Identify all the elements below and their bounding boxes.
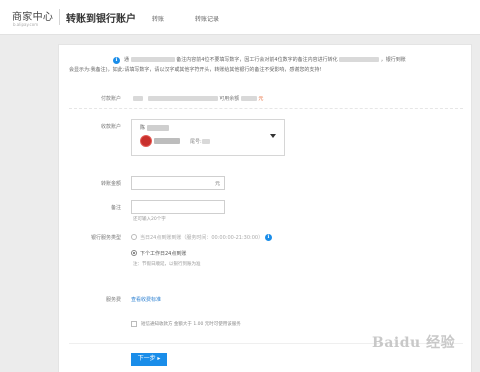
option-next-workday-text: 下个工作日24点到账	[140, 251, 187, 257]
option-note: 注：节假日顺延，以银行到账为准	[133, 262, 201, 267]
redacted-bank-name	[154, 138, 180, 144]
sms-notify-checkbox[interactable]	[131, 321, 137, 327]
notice-line-2: 会显示为:我备注)，如此:请填写数字，请以汉字或其他字符开头，转账给其他银行的备…	[69, 67, 322, 73]
bank-logo-icon	[140, 135, 152, 147]
info-icon: i	[113, 57, 120, 64]
receiver-select[interactable]: 陈 尾号:	[131, 119, 285, 156]
radio-same-day[interactable]	[131, 234, 137, 240]
payer-value: 可用余额 元	[133, 95, 263, 102]
memo-input[interactable]	[131, 200, 225, 214]
amount-input[interactable]: 元	[131, 176, 225, 190]
redacted-tail	[201, 139, 210, 144]
payer-label: 付款账户	[100, 96, 121, 102]
redacted-account	[147, 96, 218, 101]
receiver-card-tail: 尾号:	[190, 138, 210, 145]
notice-text-b: 备注内容前4位不要填写数字，因工行会对前4位数字的备注内容进行转化	[176, 57, 338, 63]
notice-text-a: 通	[124, 57, 130, 63]
radio-next-workday[interactable]	[131, 250, 137, 256]
redacted-text	[130, 57, 175, 62]
redacted-balance	[240, 96, 257, 101]
next-step-button[interactable]: 下一步 ▸	[131, 353, 167, 366]
amount-unit: 元	[214, 181, 220, 187]
redacted-avatar	[133, 96, 143, 101]
divider	[69, 108, 463, 109]
receiver-tail-label: 尾号:	[190, 139, 202, 145]
receiver-name: 陈	[140, 124, 170, 131]
memo-hint: 还可输入20个字	[133, 217, 166, 222]
logo-subtext: b.alipay.com	[13, 22, 39, 27]
receiver-label: 收款账户	[100, 124, 121, 130]
top-header: 商家中心 b.alipay.com 转账到银行账户 转账 转账记录	[0, 0, 480, 35]
arrival-type-label: 银行服务类型	[90, 235, 121, 241]
tab-transfer[interactable]: 转账	[152, 14, 164, 23]
fee-label: 服务费	[105, 297, 121, 303]
header-divider	[59, 9, 60, 25]
redacted-name	[147, 124, 170, 131]
tab-transfer-records[interactable]: 转账记录	[195, 14, 219, 23]
option-same-day-text: 当日24点到账到账（服务时间：00:00:00-21:30:00）	[140, 235, 264, 241]
notice-text-c: ，银行到账	[380, 57, 406, 63]
fee-standard-link[interactable]: 查看收费标准	[131, 296, 161, 303]
sms-notify-label: 短信通知收款方 金额大于 1.00 元时可使用该服务	[141, 322, 241, 327]
payer-balance-unit: 元	[258, 96, 264, 102]
memo-label: 备注	[110, 205, 121, 211]
receiver-name-initial: 陈	[140, 125, 146, 131]
page-title: 转账到银行账户	[66, 14, 136, 25]
baidu-watermark: Baidu 经验	[372, 335, 456, 351]
merchant-center-logo[interactable]: 商家中心	[12, 8, 53, 23]
redacted-text	[339, 57, 380, 62]
chevron-down-icon[interactable]	[270, 134, 276, 138]
notice-banner: i 通 备注内容前4位不要填写数字，因工行会对前4位数字的备注内容进行转化 ，银…	[69, 55, 464, 87]
transfer-form-panel: i 通 备注内容前4位不要填写数字，因工行会对前4位数字的备注内容进行转化 ，银…	[58, 44, 472, 372]
info-icon[interactable]: i	[265, 234, 272, 241]
notice-line-1: 通 备注内容前4位不要填写数字，因工行会对前4位数字的备注内容进行转化 ，银行到…	[124, 56, 406, 64]
payer-balance-label: 可用余额	[219, 96, 240, 102]
amount-label: 转账金额	[100, 181, 121, 187]
